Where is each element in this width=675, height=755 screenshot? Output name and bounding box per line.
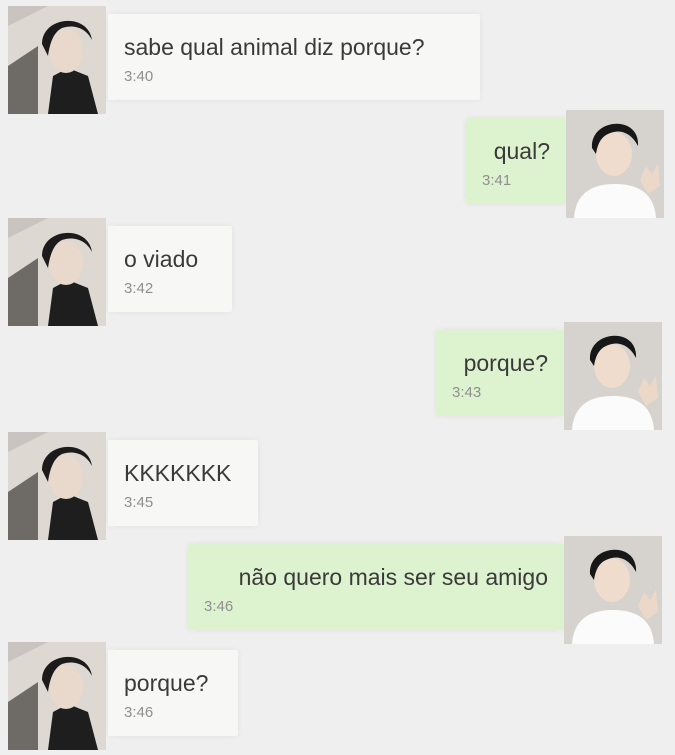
message-text: porque? (124, 670, 209, 696)
contact-avatar[interactable] (8, 218, 106, 326)
message-outgoing: não quero mais ser seu amigo 3:46 (188, 536, 666, 644)
contact-avatar[interactable] (8, 6, 106, 114)
message-incoming: o viado 3:42 (8, 218, 248, 326)
avatar-photo-dark-hair (8, 642, 106, 750)
message-bubble[interactable]: KKKKKKK 3:45 (108, 440, 258, 526)
user-avatar[interactable] (564, 322, 662, 430)
message-time: 3:41 (482, 172, 512, 189)
message-incoming: KKKKKKK 3:45 (8, 432, 268, 540)
chat-conversation: sabe qual animal diz porque? 3:40 qual? … (0, 0, 675, 755)
message-outgoing: porque? 3:43 (436, 322, 666, 430)
message-time: 3:42 (124, 280, 154, 297)
user-avatar[interactable] (566, 110, 664, 218)
message-text: KKKKKKK (124, 460, 232, 486)
avatar-photo-white-shirt (564, 322, 662, 430)
message-time: 3:45 (124, 494, 154, 511)
message-time: 3:43 (452, 384, 482, 401)
contact-avatar[interactable] (8, 642, 106, 750)
message-bubble[interactable]: o viado 3:42 (108, 226, 232, 312)
message-text: o viado (124, 246, 199, 272)
message-time: 3:46 (204, 598, 234, 615)
message-bubble[interactable]: qual? 3:41 (466, 118, 566, 204)
avatar-photo-dark-hair (8, 6, 106, 114)
user-avatar[interactable] (564, 536, 662, 644)
message-time: 3:46 (124, 704, 154, 721)
message-text: qual? (493, 138, 550, 164)
avatar-photo-dark-hair (8, 218, 106, 326)
message-bubble[interactable]: não quero mais ser seu amigo 3:46 (188, 544, 564, 630)
message-outgoing: qual? 3:41 (466, 110, 666, 218)
avatar-photo-dark-hair (8, 432, 106, 540)
message-text: sabe qual animal diz porque? (124, 34, 425, 60)
message-bubble[interactable]: sabe qual animal diz porque? 3:40 (108, 14, 480, 100)
message-bubble[interactable]: porque? 3:46 (108, 650, 238, 736)
message-text: porque? (463, 350, 548, 376)
message-incoming: porque? 3:46 (8, 642, 248, 750)
contact-avatar[interactable] (8, 432, 106, 540)
avatar-photo-white-shirt (564, 536, 662, 644)
message-time: 3:40 (124, 68, 154, 85)
avatar-photo-white-shirt (566, 110, 664, 218)
message-text: não quero mais ser seu amigo (238, 564, 548, 590)
message-incoming: sabe qual animal diz porque? 3:40 (8, 6, 488, 114)
message-bubble[interactable]: porque? 3:43 (436, 330, 564, 416)
